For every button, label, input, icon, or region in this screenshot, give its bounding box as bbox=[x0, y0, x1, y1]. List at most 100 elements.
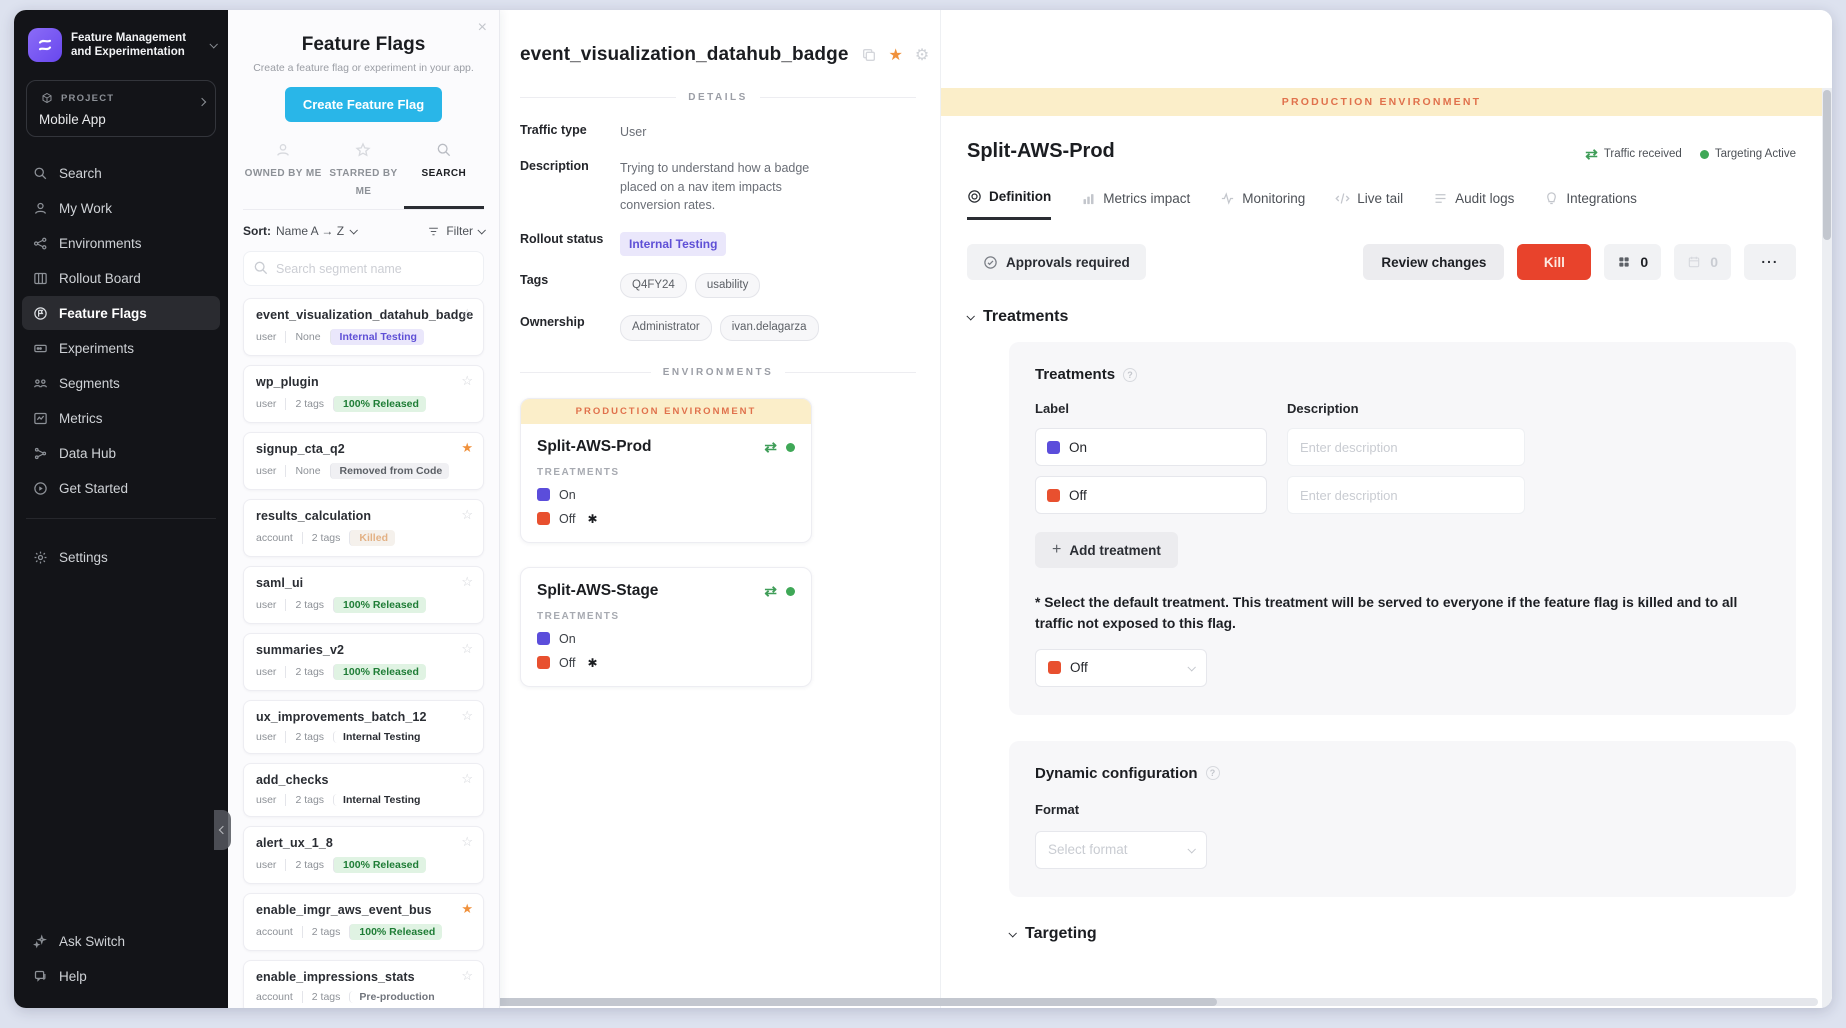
flag-list-item[interactable]: add_checks user2 tagsInternal Testing bbox=[243, 763, 484, 817]
star-icon[interactable] bbox=[461, 708, 473, 724]
tab-metrics-impact[interactable]: Metrics impact bbox=[1081, 189, 1190, 220]
app-logo[interactable]: Feature Management and Experimentation bbox=[14, 10, 228, 74]
treatment-description-input[interactable] bbox=[1287, 428, 1525, 466]
sidebar-item-metrics[interactable]: Metrics bbox=[22, 401, 220, 435]
sidebar-item-settings[interactable]: Settings bbox=[22, 540, 220, 574]
review-changes-button[interactable]: Review changes bbox=[1363, 244, 1504, 280]
treatment-label-field-off[interactable]: Off bbox=[1035, 476, 1267, 514]
sidebar-item-help[interactable]: Help bbox=[22, 959, 220, 993]
environment-card-stage[interactable]: Split-AWS-Stage TREATMENTS On Off bbox=[520, 567, 812, 687]
treatments-section-header[interactable]: Treatments bbox=[967, 308, 1796, 326]
tab-search[interactable]: SEARCH bbox=[404, 138, 484, 209]
project-name: Mobile App bbox=[39, 112, 203, 127]
star-icon[interactable] bbox=[889, 46, 903, 64]
star-icon[interactable] bbox=[461, 306, 473, 322]
star-icon[interactable] bbox=[461, 440, 473, 456]
star-icon[interactable] bbox=[461, 834, 473, 850]
star-icon[interactable] bbox=[461, 901, 473, 917]
panel-collapse-handle[interactable] bbox=[214, 810, 231, 850]
sidebar-item-experiments[interactable]: Experiments bbox=[22, 331, 220, 365]
flag-list-item[interactable]: wp_plugin user2 tags100% Released bbox=[243, 365, 484, 423]
sort-dropdown[interactable]: Name A → Z bbox=[276, 224, 356, 238]
format-select[interactable]: Select format bbox=[1035, 831, 1207, 869]
flag-status-badge: 100% Released bbox=[333, 396, 426, 412]
filter-dropdown[interactable]: Filter bbox=[425, 223, 484, 239]
star-icon[interactable] bbox=[461, 641, 473, 657]
sidebar-item-environments[interactable]: Environments bbox=[22, 226, 220, 260]
search-icon bbox=[32, 165, 48, 181]
project-switcher[interactable]: PROJECT Mobile App bbox=[26, 80, 216, 137]
star-icon[interactable] bbox=[461, 968, 473, 984]
targeting-section-header[interactable]: Targeting bbox=[1009, 925, 1796, 943]
tab-integrations[interactable]: Integrations bbox=[1544, 189, 1637, 220]
sidebar-item-feature-flags[interactable]: Feature Flags bbox=[22, 296, 220, 330]
sidebar-item-label: Ask Switch bbox=[59, 934, 125, 949]
help-chat-icon bbox=[32, 968, 48, 984]
sidebar-item-segments[interactable]: Segments bbox=[22, 366, 220, 400]
owner-pill[interactable]: ivan.delagarza bbox=[720, 315, 819, 340]
board-icon bbox=[32, 270, 48, 286]
schedule-count-button[interactable]: 0 bbox=[1674, 244, 1731, 280]
gear-icon[interactable] bbox=[915, 46, 929, 64]
star-icon[interactable] bbox=[461, 507, 473, 523]
flag-name: event_visualization_datahub_badge bbox=[256, 308, 471, 322]
tab-audit-logs[interactable]: Audit logs bbox=[1433, 189, 1514, 220]
flag-list-item[interactable]: enable_imgr_aws_event_bus account2 tags1… bbox=[243, 893, 484, 951]
flag-list-item[interactable]: enable_impressions_stats account2 tagsPr… bbox=[243, 960, 484, 1008]
flag-status-badge: Internal Testing bbox=[330, 329, 424, 345]
vertical-scrollbar[interactable] bbox=[1822, 88, 1832, 1008]
tag-pill[interactable]: usability bbox=[695, 273, 761, 298]
sidebar-item-my-work[interactable]: My Work bbox=[22, 191, 220, 225]
star-icon[interactable] bbox=[461, 574, 473, 590]
sidebar-item-data-hub[interactable]: Data Hub bbox=[22, 436, 220, 470]
treatment-off-swatch bbox=[1048, 661, 1061, 674]
tab-live-tail[interactable]: Live tail bbox=[1335, 189, 1403, 220]
star-icon[interactable] bbox=[461, 771, 473, 787]
flag-list-item[interactable]: summaries_v2 user2 tags100% Released bbox=[243, 633, 484, 691]
more-actions-button[interactable]: ... bbox=[1744, 244, 1796, 280]
scrollbar-thumb[interactable] bbox=[1823, 90, 1831, 240]
tab-definition[interactable]: Definition bbox=[967, 189, 1051, 220]
sidebar-item-rollout-board[interactable]: Rollout Board bbox=[22, 261, 220, 295]
flag-list-item[interactable]: signup_cta_q2 userNoneRemoved from Code bbox=[243, 432, 484, 490]
flag-tags-count: 2 tags bbox=[285, 599, 324, 611]
flag-traffic-type: account bbox=[256, 991, 293, 1003]
treatment-description-input[interactable] bbox=[1287, 476, 1525, 514]
treatment-off-swatch bbox=[537, 656, 550, 669]
create-feature-flag-button[interactable]: Create Feature Flag bbox=[285, 87, 442, 122]
flag-list-item[interactable]: ux_improvements_batch_12 user2 tagsInter… bbox=[243, 700, 484, 754]
copy-icon[interactable] bbox=[861, 46, 877, 64]
data-hub-icon bbox=[32, 445, 48, 461]
treatment-off-swatch bbox=[1047, 489, 1060, 502]
flag-title: event_visualization_datahub_badge bbox=[520, 44, 849, 66]
add-treatment-button[interactable]: Add treatment bbox=[1035, 532, 1178, 568]
info-icon[interactable] bbox=[1206, 766, 1220, 780]
tab-starred-by-me[interactable]: STARRED BY ME bbox=[323, 138, 403, 209]
environments-section-header: ENVIRONMENTS bbox=[520, 367, 916, 378]
sidebar-item-ask-switch[interactable]: Ask Switch bbox=[22, 924, 220, 958]
tab-owned-by-me[interactable]: OWNED BY ME bbox=[243, 138, 323, 209]
tag-pill[interactable]: Q4FY24 bbox=[620, 273, 687, 298]
sidebar-item-label: Metrics bbox=[59, 411, 103, 426]
owner-pill[interactable]: Administrator bbox=[620, 315, 712, 340]
flag-search-input[interactable] bbox=[243, 251, 484, 286]
flag-list-item[interactable]: results_calculation account2 tagsKilled bbox=[243, 499, 484, 557]
sidebar-item-search[interactable]: Search bbox=[22, 156, 220, 190]
treatment-label-field-on[interactable]: On bbox=[1035, 428, 1267, 466]
close-icon[interactable] bbox=[478, 20, 487, 36]
flag-list-item[interactable]: event_visualization_datahub_badge userNo… bbox=[243, 298, 484, 356]
approvals-required-button[interactable]: Approvals required bbox=[967, 244, 1146, 280]
rules-count-button[interactable]: 0 bbox=[1604, 244, 1661, 280]
tab-monitoring[interactable]: Monitoring bbox=[1220, 189, 1305, 220]
info-icon[interactable] bbox=[1123, 368, 1137, 382]
sidebar-item-label: Segments bbox=[59, 376, 120, 391]
chevron-down-icon bbox=[209, 40, 217, 48]
kill-button[interactable]: Kill bbox=[1517, 244, 1591, 280]
flag-list-item[interactable]: alert_ux_1_8 user2 tags100% Released bbox=[243, 826, 484, 884]
star-icon[interactable] bbox=[461, 373, 473, 389]
flag-list-item[interactable]: saml_ui user2 tags100% Released bbox=[243, 566, 484, 624]
environment-card-prod[interactable]: PRODUCTION ENVIRONMENT Split-AWS-Prod TR… bbox=[520, 398, 812, 543]
sidebar-item-get-started[interactable]: Get Started bbox=[22, 471, 220, 505]
default-treatment-select[interactable]: Off bbox=[1035, 649, 1207, 687]
treatments-card-title: Treatments bbox=[1035, 366, 1115, 383]
